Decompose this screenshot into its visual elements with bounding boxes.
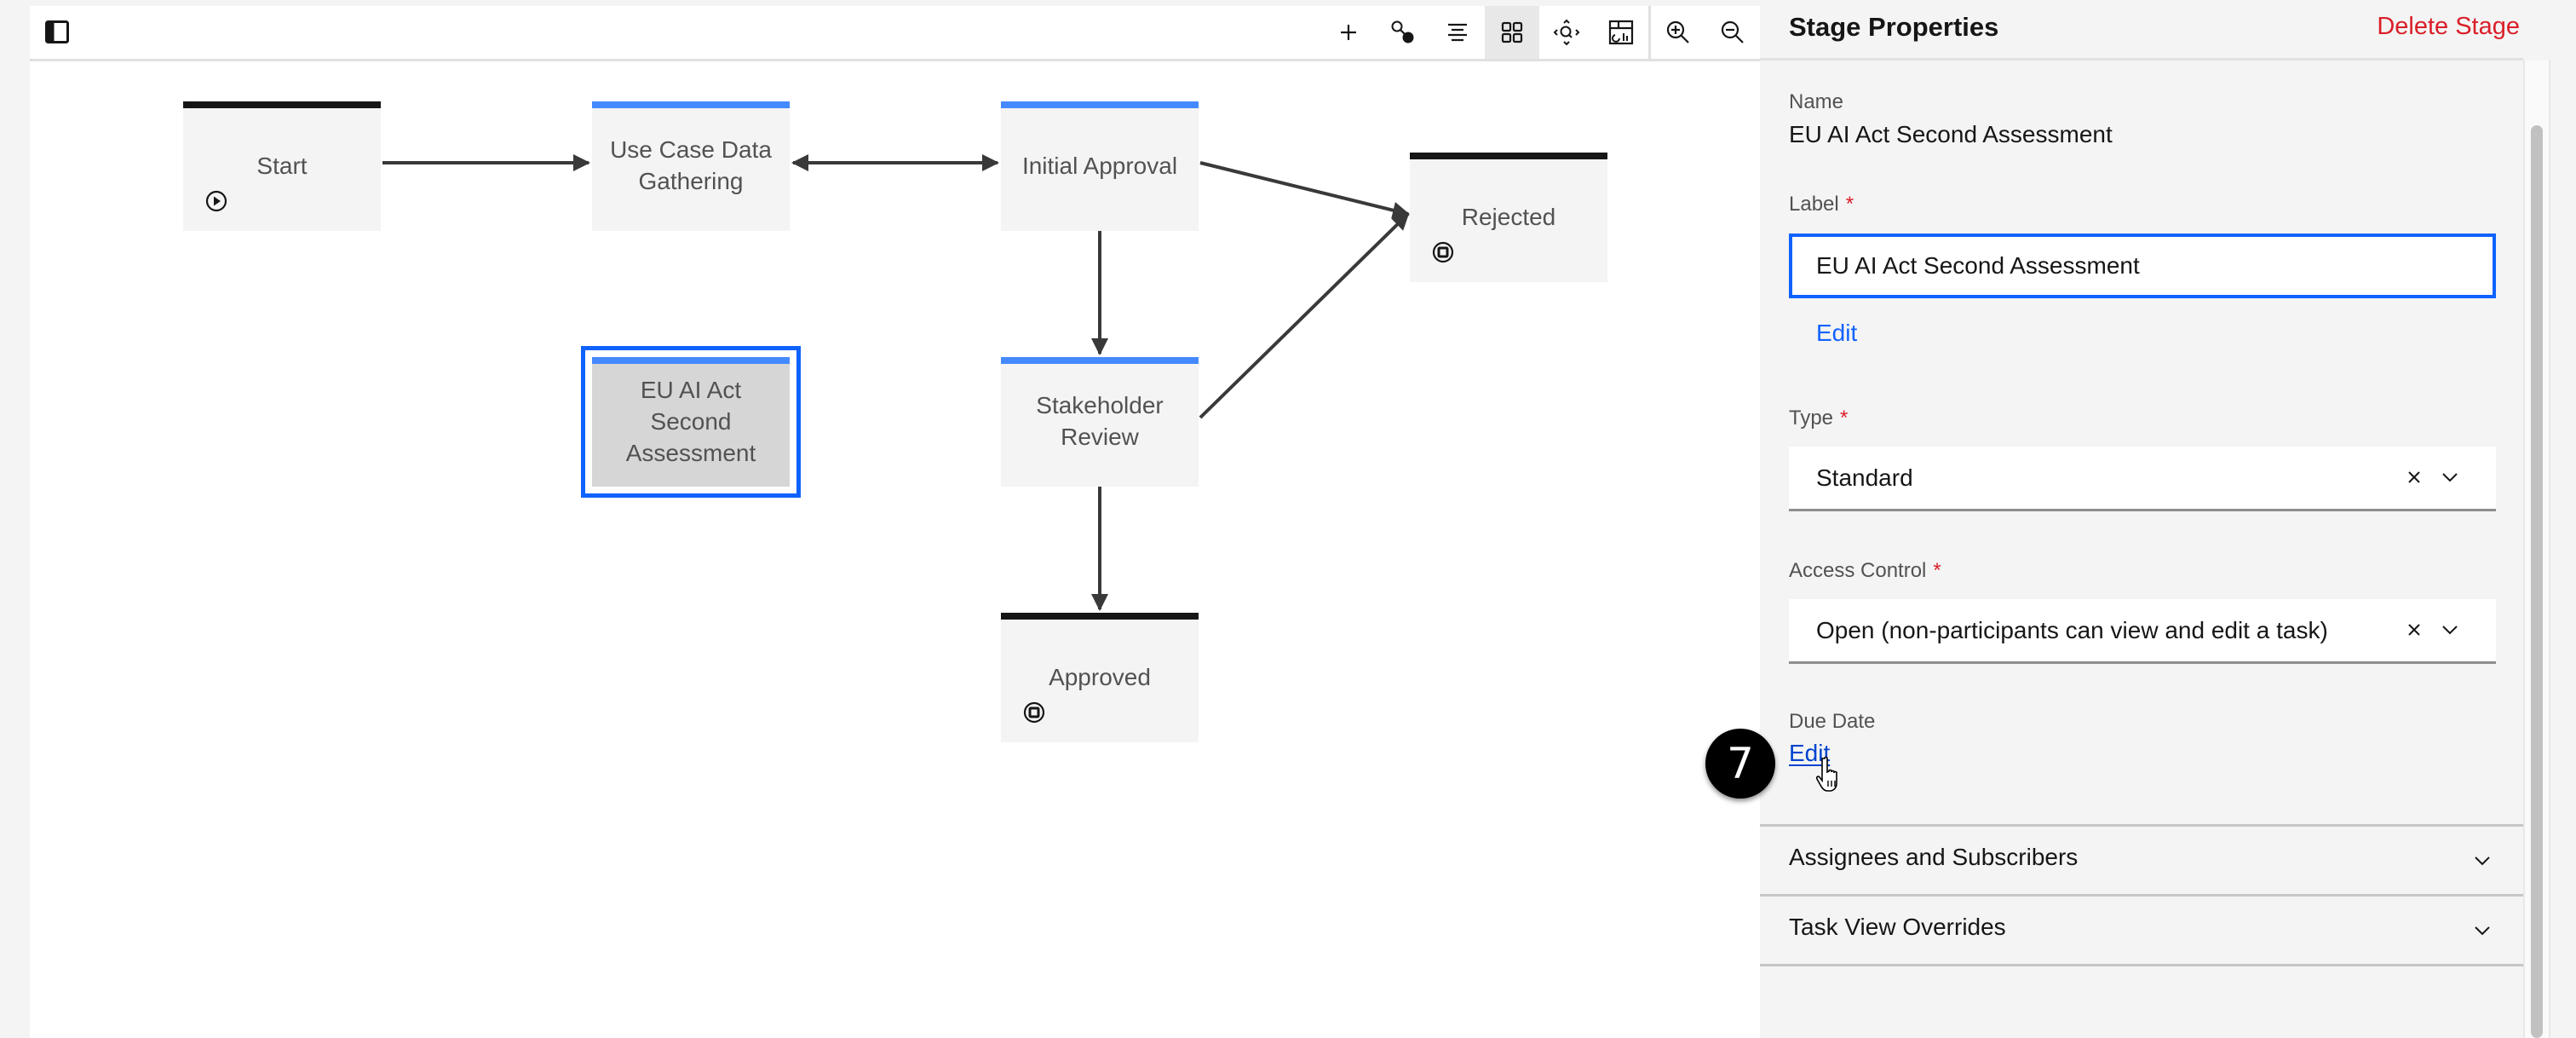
node-label: Initial Approval <box>1021 152 1178 179</box>
step-badge: 7 <box>1705 729 1775 799</box>
label-input-value: EU AI Act Second Assessment <box>1816 252 2140 279</box>
chevron-down-icon[interactable] <box>2440 620 2460 640</box>
stop-icon <box>1023 701 1045 724</box>
type-select-value: Standard <box>1816 464 1913 491</box>
panel-title: Stage Properties <box>1789 12 1999 42</box>
accordion-assignees-and-subscribers[interactable]: Assignees and Subscribers <box>1760 827 2523 894</box>
access-control-value: Open (non-participants can view and edit… <box>1816 616 2328 643</box>
edge-initial-to-rejected[interactable] <box>1199 161 1410 219</box>
access-control-select[interactable]: Open (non-participants can view and edit… <box>1789 599 2496 664</box>
node-bar <box>1001 357 1199 364</box>
node-bar <box>1410 153 1607 159</box>
node-bar <box>592 357 790 364</box>
edge-stakeholder-to-rejected[interactable] <box>1199 212 1410 419</box>
accordion-title: Task View Overrides <box>1789 914 2006 940</box>
type-label-text: Type <box>1789 407 1834 430</box>
clear-icon[interactable] <box>2404 620 2424 640</box>
node-bar <box>592 101 790 108</box>
name-label: Name <box>1789 90 1844 113</box>
label-edit-link[interactable]: Edit <box>1816 320 1857 347</box>
stop-icon <box>1432 241 1454 263</box>
access-control-label-text: Access Control <box>1789 559 1927 582</box>
clear-icon[interactable] <box>2404 467 2424 487</box>
name-value: EU AI Act Second Assessment <box>1789 121 2113 147</box>
node-label: EU AI Act Second Assessment <box>625 376 756 466</box>
chevron-down-icon <box>2475 926 2490 936</box>
required-mark: * <box>1840 407 1849 430</box>
workflow-diagram: Start Use Case Data Gathering Initial Ap… <box>0 0 1760 1038</box>
node-initial-approval[interactable]: Initial Approval <box>1001 101 1199 231</box>
node-stakeholder-review[interactable]: Stakeholder Review <box>1001 357 1199 487</box>
node-label: Rejected <box>1461 203 1556 230</box>
access-control-label: Access Control * <box>1789 559 1941 583</box>
node-label: Use Case Data Gathering <box>610 136 772 194</box>
chevron-down-icon[interactable] <box>2440 467 2460 487</box>
node-start[interactable]: Start <box>183 101 381 231</box>
node-label: Stakeholder Review <box>1036 392 1164 450</box>
chevron-down-icon <box>2475 856 2490 866</box>
delete-stage-button[interactable]: Delete Stage <box>2377 13 2520 41</box>
diagram-canvas[interactable]: Start Use Case Data Gathering Initial Ap… <box>30 6 1760 1038</box>
hand-pointer-cursor-icon <box>1816 756 1837 792</box>
panel-header: Stage Properties Delete Stage <box>1760 0 2523 61</box>
play-icon <box>205 190 227 212</box>
due-date-label: Due Date <box>1789 710 1876 733</box>
type-label: Type * <box>1789 407 1848 430</box>
node-bar <box>1001 613 1199 620</box>
accordion-task-view-overrides[interactable]: Task View Overrides <box>1760 897 2523 964</box>
node-bar <box>183 101 381 108</box>
scrollbar-thumb[interactable] <box>2531 125 2543 1038</box>
required-mark: * <box>1933 559 1941 582</box>
node-eu-ai-act-second-assessment[interactable]: EU AI Act Second Assessment <box>581 346 801 498</box>
node-rejected[interactable]: Rejected <box>1410 153 1607 282</box>
stage-properties-panel: Stage Properties Delete Stage Name EU AI… <box>1760 0 2576 1038</box>
node-label: Start <box>256 152 308 179</box>
node-label: Approved <box>1049 663 1151 690</box>
required-mark: * <box>1845 193 1854 216</box>
divider <box>1760 964 2523 966</box>
node-bar <box>1001 101 1199 108</box>
label-input[interactable]: EU AI Act Second Assessment <box>1789 234 2496 298</box>
node-use-case-data-gathering[interactable]: Use Case Data Gathering <box>592 101 790 231</box>
label-text: Label <box>1789 193 1839 216</box>
accordion-title: Assignees and Subscribers <box>1789 844 2079 870</box>
type-select[interactable]: Standard <box>1789 447 2496 511</box>
node-approved[interactable]: Approved <box>1001 613 1199 742</box>
panel-scrollbar[interactable] <box>2523 61 2550 1038</box>
label-field-label: Label * <box>1789 193 1854 216</box>
